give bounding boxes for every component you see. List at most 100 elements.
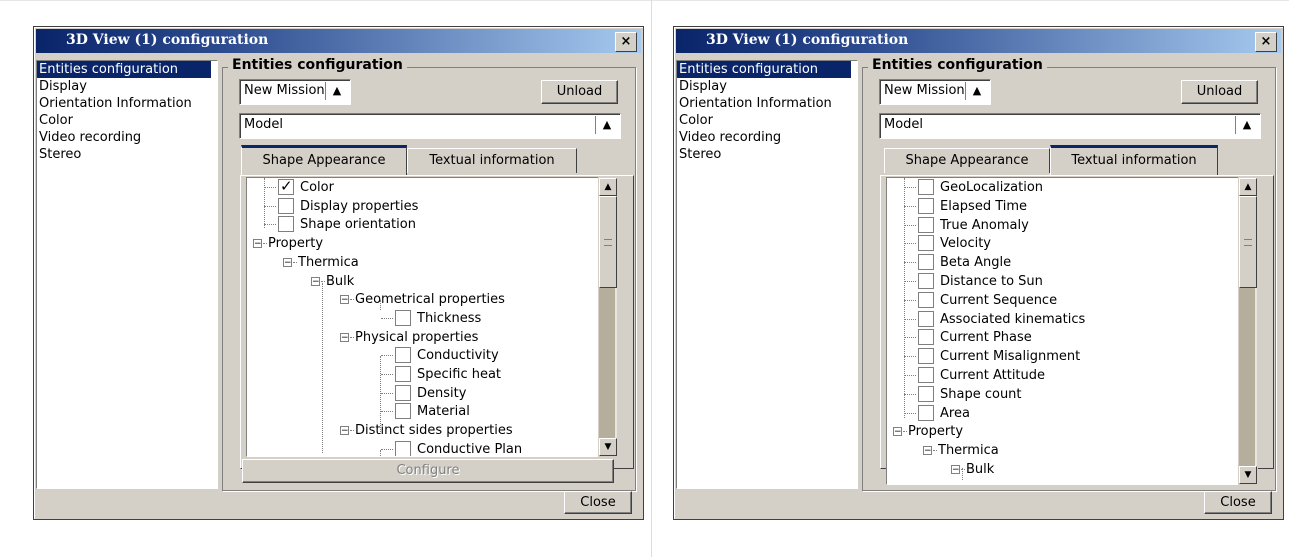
- checkbox[interactable]: [918, 348, 934, 365]
- close-button[interactable]: Close: [564, 491, 632, 514]
- checkbox[interactable]: [918, 254, 934, 271]
- close-button[interactable]: Close: [1204, 491, 1272, 514]
- tree-node-property[interactable]: − Property: [247, 234, 599, 253]
- checkbox[interactable]: [395, 366, 411, 382]
- scroll-up-arrow-icon[interactable]: ▲: [599, 178, 617, 196]
- model-select[interactable]: Model ▲: [239, 113, 621, 139]
- tree-node-geolocalization[interactable]: GeoLocalization: [887, 178, 1239, 197]
- collapse-icon[interactable]: −: [893, 427, 902, 437]
- checkbox[interactable]: [278, 216, 294, 233]
- tree-node-geometrical-properties[interactable]: − Geometrical properties: [247, 290, 599, 309]
- unload-button[interactable]: Unload: [1181, 80, 1258, 104]
- tree-node-current-phase[interactable]: Current Phase: [887, 328, 1239, 347]
- tree-node-current-attitude[interactable]: Current Attitude: [887, 366, 1239, 385]
- checkbox[interactable]: [918, 216, 934, 233]
- collapse-icon[interactable]: −: [951, 465, 960, 475]
- sidebar-item-orientation-information[interactable]: Orientation Information: [37, 95, 217, 112]
- sidebar-item-color[interactable]: Color: [37, 112, 217, 129]
- scroll-thumb[interactable]: [599, 196, 617, 288]
- tree-node-velocity[interactable]: Velocity: [887, 234, 1239, 253]
- sidebar-item-display[interactable]: Display: [37, 78, 217, 95]
- tab-textual-information[interactable]: Textual information: [1050, 145, 1218, 175]
- mission-select[interactable]: New Mission ▲: [239, 79, 351, 105]
- sidebar-item-video-recording[interactable]: Video recording: [37, 129, 217, 146]
- scroll-track[interactable]: [599, 288, 615, 438]
- checkbox[interactable]: [395, 440, 411, 456]
- tree-node-associated-kinematics[interactable]: Associated kinematics: [887, 310, 1239, 329]
- tree-node-area[interactable]: Area: [887, 404, 1239, 423]
- tab-textual-information[interactable]: Textual information: [407, 148, 577, 173]
- tree-node-thickness[interactable]: Thickness: [247, 309, 599, 328]
- tree-node-bulk[interactable]: − Bulk: [247, 272, 599, 291]
- tree-node-true-anomaly[interactable]: True Anomaly: [887, 216, 1239, 235]
- scroll-down-arrow-icon[interactable]: ▼: [599, 438, 617, 456]
- checkbox[interactable]: [918, 404, 934, 421]
- tree-node-thermica[interactable]: − Thermica: [247, 253, 599, 272]
- checkbox[interactable]: [395, 309, 411, 326]
- tree-node-bulk[interactable]: − Bulk: [887, 460, 1239, 479]
- configure-button[interactable]: Configure: [242, 459, 614, 483]
- unload-button[interactable]: Unload: [541, 80, 618, 104]
- checkbox[interactable]: ✓: [278, 178, 294, 195]
- tab-shape-appearance[interactable]: Shape Appearance: [884, 148, 1050, 173]
- sidebar-item-entities-configuration[interactable]: Entities configuration: [677, 61, 851, 78]
- sidebar-item-orientation-information[interactable]: Orientation Information: [677, 95, 857, 112]
- collapse-icon[interactable]: −: [311, 276, 320, 286]
- collapse-icon[interactable]: −: [253, 239, 262, 249]
- tree-node-material[interactable]: Material: [247, 402, 599, 421]
- tree-node-shape-orientation[interactable]: Shape orientation: [247, 215, 599, 234]
- checkbox[interactable]: [918, 385, 934, 402]
- checkbox[interactable]: [918, 197, 934, 214]
- sidebar-item-display[interactable]: Display: [677, 78, 857, 95]
- close-icon[interactable]: ×: [615, 32, 637, 52]
- collapse-icon[interactable]: −: [340, 332, 349, 342]
- tree-node-distance-to-sun[interactable]: Distance to Sun: [887, 272, 1239, 291]
- collapse-icon[interactable]: −: [340, 295, 349, 305]
- checkbox[interactable]: [918, 235, 934, 252]
- tree-node-conductive-plan[interactable]: Conductive Plan: [247, 440, 599, 456]
- sidebar-item-stereo[interactable]: Stereo: [677, 146, 857, 163]
- sidebar-item-entities-configuration[interactable]: Entities configuration: [37, 61, 211, 78]
- tree-node-current-sequence[interactable]: Current Sequence: [887, 291, 1239, 310]
- checkbox[interactable]: [918, 179, 934, 195]
- tree-node-elapsed-time[interactable]: Elapsed Time: [887, 197, 1239, 216]
- tree-node-thermica[interactable]: − Thermica: [887, 441, 1239, 460]
- checkbox[interactable]: [395, 403, 411, 420]
- tree-node-shape-count[interactable]: Shape count: [887, 385, 1239, 404]
- tree-node-distinct-sides-properties[interactable]: − Distinct sides properties: [247, 421, 599, 440]
- close-icon[interactable]: ×: [1255, 32, 1277, 52]
- model-select[interactable]: Model ▲: [879, 113, 1261, 139]
- checkbox[interactable]: [395, 384, 411, 401]
- tree-node-color[interactable]: ✓ Color: [247, 178, 599, 197]
- scroll-thumb[interactable]: [1239, 196, 1257, 288]
- scroll-track[interactable]: [1239, 288, 1255, 466]
- vertical-scrollbar[interactable]: ▲ ▼: [598, 177, 618, 457]
- tree-node-physical-properties[interactable]: − Physical properties: [247, 328, 599, 347]
- mission-select[interactable]: New Mission ▲: [879, 79, 991, 105]
- tree-node-conductivity[interactable]: Conductivity: [247, 346, 599, 365]
- scroll-down-arrow-icon[interactable]: ▼: [1239, 466, 1257, 484]
- tree-node-specific-heat[interactable]: Specific heat: [247, 365, 599, 384]
- checkbox[interactable]: [918, 310, 934, 327]
- tree-node-beta-angle[interactable]: Beta Angle: [887, 253, 1239, 272]
- title-bar[interactable]: 3D View (1) configuration ×: [676, 29, 1281, 53]
- scroll-up-arrow-icon[interactable]: ▲: [1239, 178, 1257, 196]
- tree-node-property[interactable]: − Property: [887, 422, 1239, 441]
- checkbox[interactable]: [918, 367, 934, 383]
- sidebar-item-stereo[interactable]: Stereo: [37, 146, 217, 163]
- checkbox[interactable]: [395, 347, 411, 364]
- sidebar-item-video-recording[interactable]: Video recording: [677, 129, 857, 146]
- tab-shape-appearance[interactable]: Shape Appearance: [241, 145, 407, 175]
- sidebar-item-color[interactable]: Color: [677, 112, 857, 129]
- title-bar[interactable]: 3D View (1) configuration ×: [36, 29, 641, 53]
- checkbox[interactable]: [918, 329, 934, 346]
- checkbox[interactable]: [918, 291, 934, 308]
- collapse-icon[interactable]: −: [923, 446, 932, 456]
- tree-node-display-properties[interactable]: Display properties: [247, 197, 599, 216]
- checkbox[interactable]: [918, 273, 934, 289]
- collapse-icon[interactable]: −: [283, 257, 292, 267]
- vertical-scrollbar[interactable]: ▲ ▼: [1238, 177, 1258, 485]
- tree-node-density[interactable]: Density: [247, 384, 599, 403]
- checkbox[interactable]: [278, 197, 294, 214]
- tree-node-current-misalignment[interactable]: Current Misalignment: [887, 347, 1239, 366]
